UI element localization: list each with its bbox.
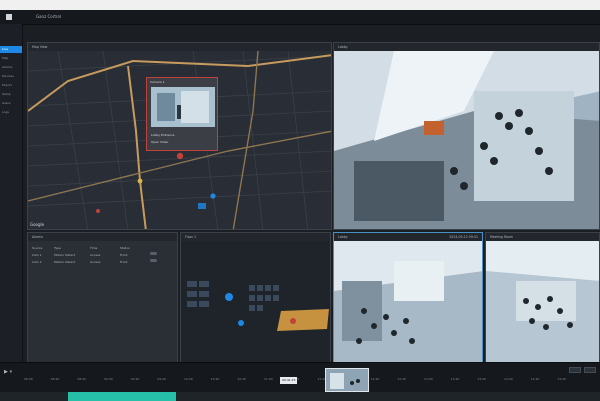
camera-br-title: Meeting Room — [490, 235, 513, 239]
alarm-panel: Alarms Source Type Time Status Cam 1 Motion D… — [27, 232, 178, 368]
sidebar-item-users[interactable]: Users — [0, 100, 22, 107]
table-cell: Cam 1 — [32, 253, 42, 257]
map-panel-header: Map View — [28, 43, 331, 51]
app-window: Ganz Cortrol Live Map Alarms Devices Export S… — [0, 10, 600, 401]
pause-icon[interactable]: ⏸ — [9, 369, 12, 375]
table-cell: Cam 2 — [32, 260, 42, 264]
camera-marker-icon — [210, 193, 216, 199]
camera-br-video[interactable] — [486, 241, 599, 367]
timeline-tick-label: 10:00 — [184, 377, 193, 381]
popup-thumbnail[interactable] — [151, 87, 215, 127]
camera-br-header: Meeting Room — [486, 233, 599, 241]
floor-alarm-icon — [290, 318, 296, 324]
floor-panel: Floor 1 — [180, 232, 331, 368]
timeline-actions — [567, 367, 596, 374]
timeline-tick-label: 10:40 — [237, 377, 246, 381]
timeline-tick-label: 13:40 — [477, 377, 486, 381]
camera-top-video[interactable] — [334, 51, 599, 229]
sidebar-item-map[interactable]: Map — [0, 55, 22, 62]
camera-bl-timestamp: 2024-03-12 09:41 — [449, 235, 478, 239]
camera-popup[interactable]: Camera 1 Lobby Entrance Open Video — [146, 77, 218, 151]
timeline-tick-label: 08:00 — [24, 377, 33, 381]
alarm-table: Source Type Time Status Cam 1 Motion Detect Ac… — [32, 245, 173, 266]
sidebar-item-setup[interactable]: Setup — [0, 91, 22, 98]
title-bar: Ganz Cortrol — [0, 10, 600, 25]
app-logo-icon — [6, 14, 12, 20]
map-canvas[interactable]: Camera 1 Lobby Entrance Open Video Googl… — [28, 51, 331, 229]
timeline-tick-label: 14:00 — [504, 377, 513, 381]
table-cell: Access — [90, 253, 101, 257]
timeline-tick-label: 13:00 — [424, 377, 433, 381]
timeline-tick-label: 09:00 — [104, 377, 113, 381]
column-header[interactable]: Time — [90, 245, 97, 252]
popup-location: Lobby Entrance — [151, 133, 175, 137]
timeline-tick-label: 14:40 — [557, 377, 566, 381]
column-header[interactable]: Status — [120, 245, 130, 252]
timeline-tick-label: 12:40 — [397, 377, 406, 381]
timeline-cursor-label: 09:41:25 — [280, 377, 298, 384]
timeline[interactable]: ▶ ⏸ 08:00 08:20 08:40 09:00 09:20 09:40 10:00 1… — [0, 362, 600, 401]
camera-bl-header: Lobby 2024-03-12 09:41 — [334, 233, 482, 241]
popup-link[interactable]: Open Video — [151, 140, 168, 144]
timeline-controls: ▶ ⏸ — [4, 369, 12, 375]
timeline-tick-label: 14:20 — [530, 377, 540, 381]
camera-bl-video[interactable] — [334, 241, 482, 367]
camera-top-header: Lobby — [334, 43, 599, 51]
map-panel: Map View Camera 1 Lobby Entrance Open Vi… — [27, 42, 332, 230]
timeline-tick-label: 11:00 — [264, 377, 273, 381]
alarm-panel-title: Alarms — [32, 235, 44, 239]
table-cell: Front — [120, 253, 128, 257]
alarm-panel-header: Alarms — [28, 233, 177, 241]
camera-top-title: Lobby — [338, 45, 348, 49]
sidebar-item-logs[interactable]: Logs — [0, 109, 22, 116]
column-header[interactable]: Type — [54, 245, 61, 252]
timeline-tick-label: 09:20 — [130, 377, 140, 381]
floor-panel-title: Floor 1 — [185, 235, 196, 239]
sidebar-item-export[interactable]: Export — [0, 82, 22, 89]
alarm-toggle[interactable] — [150, 252, 157, 255]
google-label: Google — [30, 222, 45, 227]
alarm-table-header: Source Type Time Status — [32, 245, 173, 252]
timeline-tick-label: 08:40 — [77, 377, 86, 381]
alarm-marker-icon — [176, 152, 184, 160]
popup-title: Camera 1 — [150, 80, 165, 84]
window-title: Ganz Cortrol — [36, 14, 62, 19]
zoom-out-button[interactable] — [568, 367, 581, 373]
sidebar-item-devices[interactable]: Devices — [0, 73, 22, 80]
timeline-tick-label: 12:20 — [370, 377, 380, 381]
table-cell: Motion Detect — [54, 260, 76, 264]
sidebar-item-alarms[interactable]: Alarms — [0, 64, 22, 71]
table-cell: Front — [120, 260, 128, 264]
camera-bl-title: Lobby — [338, 235, 348, 239]
floor-plan-canvas[interactable] — [181, 241, 330, 367]
table-row[interactable]: Cam 2 Motion Detect Access Front — [32, 259, 173, 266]
camera-feed-top[interactable]: Lobby — [333, 42, 600, 230]
timeline-ticks: 08:00 08:20 08:40 09:00 09:20 09:40 10:00 10:20… — [24, 377, 596, 387]
floor-panel-header: Floor 1 — [181, 233, 330, 241]
timeline-thumbnail[interactable] — [325, 368, 369, 392]
timeline-tick-label: 10:20 — [210, 377, 220, 381]
play-icon[interactable]: ▶ — [4, 369, 8, 375]
floor-camera-icon — [225, 293, 233, 301]
alarm-toggle[interactable] — [150, 259, 157, 262]
table-row[interactable]: Cam 1 Motion Detect Access Front — [32, 252, 173, 259]
sidebar-item-live[interactable]: Live — [0, 46, 22, 53]
timeline-tick-label: 08:20 — [50, 377, 60, 381]
table-cell: Motion Detect — [54, 253, 76, 257]
column-header[interactable]: Source — [32, 245, 42, 252]
sidebar: Live Map Alarms Devices Export Setup Users Logs — [0, 24, 23, 372]
timeline-tick-label: 13:20 — [450, 377, 460, 381]
zoom-in-button[interactable] — [584, 367, 596, 373]
timeline-tick-label: 09:40 — [157, 377, 166, 381]
camera-feed-bl[interactable]: Lobby 2024-03-12 09:41 — [333, 232, 483, 368]
camera-feed-br[interactable]: Meeting Room — [485, 232, 600, 368]
map-panel-title: Map View — [32, 45, 48, 49]
table-cell: Access — [90, 260, 101, 264]
